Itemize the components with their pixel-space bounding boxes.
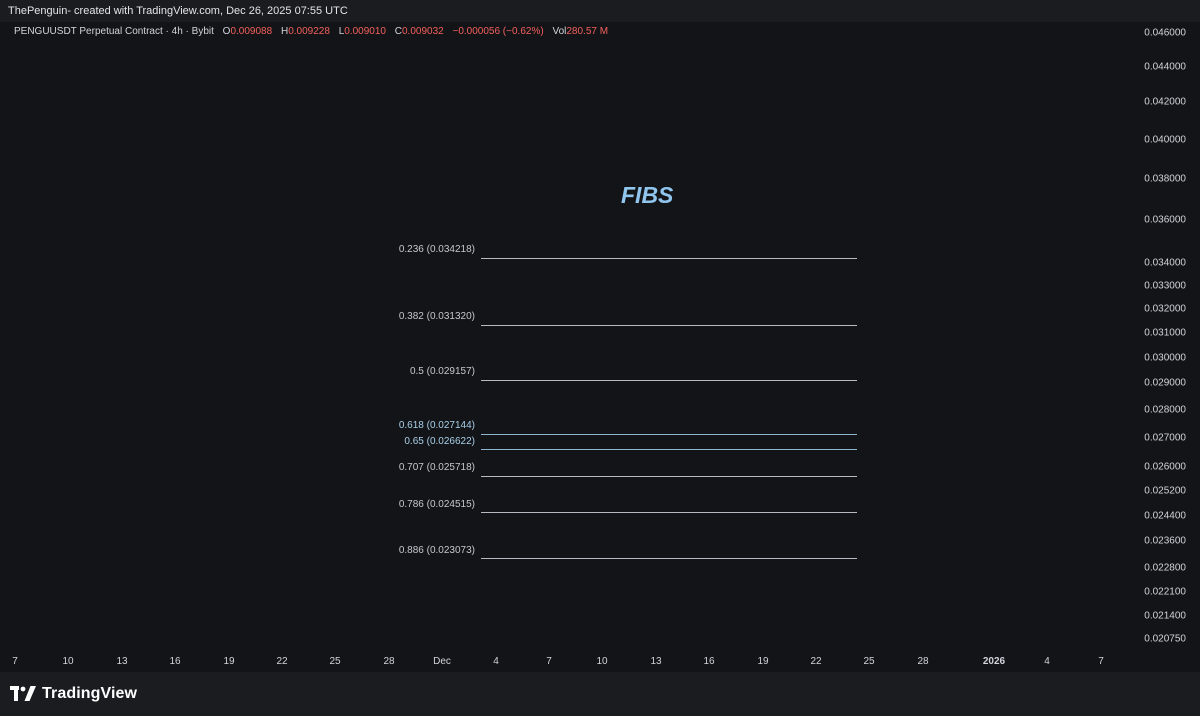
fib-label-0236: 0.236 (0.034218) (398, 244, 475, 255)
open-value: 0.009088 (230, 26, 273, 37)
fibs-annotation-text[interactable]: FIBS (621, 182, 673, 209)
price-tick: 0.021400 (1144, 610, 1186, 622)
symbol-legend[interactable]: PENGUUSDT Perpetual Contract · 4h · Bybi… (14, 26, 608, 37)
tradingview-wordmark: TradingView (42, 685, 138, 702)
time-tick: 16 (169, 656, 181, 667)
low-value: 0.009010 (344, 26, 386, 37)
fib-label-0618: 0.618 (0.027144) (398, 420, 475, 431)
time-tick-year: 2026 (982, 656, 1006, 667)
price-tick: 0.042000 (1144, 96, 1186, 108)
price-tick: 0.029000 (1144, 377, 1186, 389)
tradingview-logo-icon (10, 686, 36, 702)
fib-label-0382: 0.382 (0.031320) (398, 311, 475, 322)
fib-label-065: 0.65 (0.026622) (404, 436, 475, 447)
footer: TradingView (0, 672, 1200, 716)
price-tick: 0.034000 (1144, 257, 1186, 269)
fib-line-0707[interactable] (481, 476, 857, 477)
close-value: 0.009032 (401, 26, 444, 37)
fib-label-05: 0.5 (0.029157) (409, 366, 475, 377)
price-tick: 0.025200 (1144, 485, 1186, 497)
price-tick: 0.046000 (1144, 27, 1186, 39)
time-tick: 22 (810, 656, 822, 667)
price-tick: 0.044000 (1144, 61, 1186, 73)
time-tick: 19 (757, 656, 769, 667)
time-tick: 19 (223, 656, 235, 667)
axis-corner (1130, 650, 1200, 672)
high-value: 0.009228 (288, 26, 330, 37)
time-tick: 28 (383, 656, 395, 667)
price-tick: 0.024400 (1144, 510, 1186, 522)
price-tick: 0.038000 (1144, 173, 1186, 185)
price-tick: 0.023600 (1144, 535, 1186, 547)
price-tick: 0.022800 (1144, 562, 1186, 574)
price-tick: 0.040000 (1144, 134, 1186, 146)
symbol-name[interactable]: PENGUUSDT Perpetual Contract · 4h · Bybi… (14, 26, 214, 37)
time-tick: 25 (863, 656, 875, 667)
volume-value: 280.57 M (566, 26, 609, 37)
fib-label-0886: 0.886 (0.023073) (398, 545, 475, 556)
time-tick: 25 (329, 656, 341, 667)
price-tick: 0.033000 (1144, 280, 1186, 292)
fib-label-0707: 0.707 (0.025718) (398, 462, 475, 473)
tradingview-logo[interactable]: TradingView (10, 684, 137, 704)
fib-line-0786[interactable] (481, 512, 857, 513)
fib-line-0618[interactable] (481, 434, 857, 435)
time-tick: 13 (650, 656, 662, 667)
price-tick: 0.030000 (1144, 352, 1186, 364)
time-tick: 4 (1044, 656, 1050, 667)
time-tick: 22 (276, 656, 288, 667)
volume-label: Vol (552, 26, 567, 37)
fib-line-065[interactable] (481, 449, 857, 450)
time-tick: 10 (62, 656, 74, 667)
chart-caption-bar: ThePenguin- created with TradingView.com… (0, 0, 1200, 22)
price-tick: 0.022100 (1144, 586, 1186, 598)
price-tick: 0.020750 (1144, 633, 1186, 645)
time-axis[interactable]: 7 10 13 16 19 22 25 28 Dec 4 7 10 13 16 … (0, 650, 1130, 672)
time-tick: 10 (596, 656, 608, 667)
chart-caption: ThePenguin- created with TradingView.com… (8, 5, 348, 17)
time-tick: 16 (703, 656, 715, 667)
time-tick: 13 (116, 656, 128, 667)
price-tick: 0.028000 (1144, 404, 1186, 416)
time-tick: Dec (433, 656, 451, 667)
fib-line-0236[interactable] (481, 258, 857, 259)
price-tick: 0.026000 (1144, 461, 1186, 473)
price-tick: 0.031000 (1144, 327, 1186, 339)
time-tick: 4 (493, 656, 499, 667)
close-label: C (394, 26, 402, 37)
price-tick: 0.032000 (1144, 303, 1186, 315)
time-tick: 7 (546, 656, 552, 667)
time-tick: 7 (1098, 656, 1104, 667)
chart-canvas[interactable] (8, 22, 1130, 650)
change-value: −0.000056 (−0.62%) (452, 26, 544, 37)
price-tick: 0.036000 (1144, 214, 1186, 226)
price-tick: 0.027000 (1144, 432, 1186, 444)
time-tick: 7 (12, 656, 18, 667)
fib-label-0786: 0.786 (0.024515) (398, 499, 475, 510)
fib-line-0382[interactable] (481, 325, 857, 326)
time-tick: 28 (917, 656, 929, 667)
fib-line-05[interactable] (481, 380, 857, 381)
fib-line-0886[interactable] (481, 558, 857, 559)
price-axis[interactable]: 0.046000 0.044000 0.042000 0.040000 0.03… (1130, 22, 1200, 650)
